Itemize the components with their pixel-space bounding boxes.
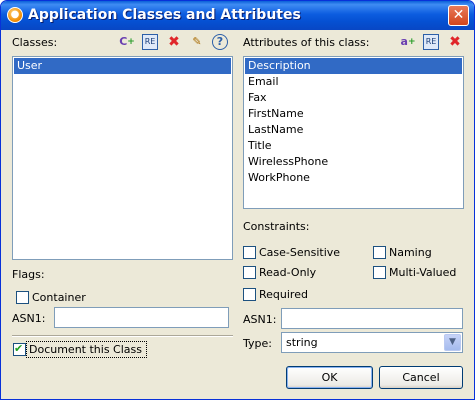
type-value: string — [286, 336, 318, 349]
flags-label: Flags: — [12, 268, 45, 281]
container-checkbox[interactable] — [16, 291, 29, 304]
window-title: Application Classes and Attributes — [28, 7, 301, 23]
case-sensitive-checkbox[interactable] — [243, 246, 256, 259]
list-item-email[interactable]: Email — [245, 74, 462, 90]
class-asn1-input[interactable] — [54, 307, 229, 328]
chevron-down-icon[interactable]: ▼ — [444, 334, 461, 351]
constraints-label: Constraints: — [243, 220, 310, 233]
class-asn1-label: ASN1: — [12, 312, 46, 325]
title-bar[interactable]: ● Application Classes and Attributes ✕ — [1, 1, 474, 30]
add-class-icon[interactable]: C+ — [119, 34, 135, 50]
document-class-label[interactable]: Document this Class — [29, 343, 142, 356]
multi-valued-checkbox[interactable] — [373, 266, 386, 279]
list-item-title[interactable]: Title — [245, 138, 462, 154]
required-checkbox[interactable] — [243, 288, 256, 301]
list-item-wirelessphone[interactable]: WirelessPhone — [245, 154, 462, 170]
classes-label: Classes: — [12, 36, 58, 49]
list-item-description[interactable]: Description — [245, 58, 462, 74]
list-item-workphone[interactable]: WorkPhone — [245, 170, 462, 186]
help-icon[interactable]: ? — [212, 34, 228, 50]
attributes-list[interactable]: Description Email Fax FirstName LastName… — [243, 56, 464, 209]
multi-valued-label: Multi-Valued — [389, 266, 457, 279]
edit-properties-icon[interactable]: ✎ — [189, 34, 205, 50]
close-icon[interactable]: ✕ — [448, 5, 469, 26]
read-only-label: Read-Only — [259, 266, 317, 279]
list-item-user[interactable]: User — [14, 58, 231, 74]
cancel-button[interactable]: Cancel — [379, 366, 463, 389]
required-label: Required — [259, 288, 308, 301]
ok-button[interactable]: OK — [286, 366, 373, 389]
add-attribute-icon[interactable]: a+ — [400, 34, 416, 50]
list-item-firstname[interactable]: FirstName — [245, 106, 462, 122]
divider — [12, 335, 233, 337]
case-sensitive-label: Case-Sensitive — [259, 246, 341, 259]
classes-list[interactable]: User — [12, 56, 233, 260]
naming-checkbox[interactable] — [373, 246, 386, 259]
dialog-window: ● Application Classes and Attributes ✕ C… — [0, 0, 475, 400]
container-label: Container — [32, 291, 86, 304]
read-only-checkbox[interactable] — [243, 266, 256, 279]
delete-attribute-icon[interactable]: ✖ — [447, 34, 463, 50]
type-select[interactable]: string ▼ — [281, 332, 463, 353]
naming-label: Naming — [389, 246, 432, 259]
list-item-lastname[interactable]: LastName — [245, 122, 462, 138]
rename-icon[interactable]: RE — [142, 34, 158, 50]
app-icon: ● — [7, 7, 23, 23]
document-class-checkbox[interactable] — [13, 342, 26, 356]
attribute-asn1-input[interactable] — [281, 308, 463, 329]
rename-attribute-icon[interactable]: RE — [423, 34, 439, 50]
attributes-label: Attributes of this class: — [243, 36, 370, 49]
attribute-asn1-label: ASN1: — [243, 313, 277, 326]
type-label: Type: — [243, 337, 272, 350]
delete-icon[interactable]: ✖ — [166, 34, 182, 50]
list-item-fax[interactable]: Fax — [245, 90, 462, 106]
